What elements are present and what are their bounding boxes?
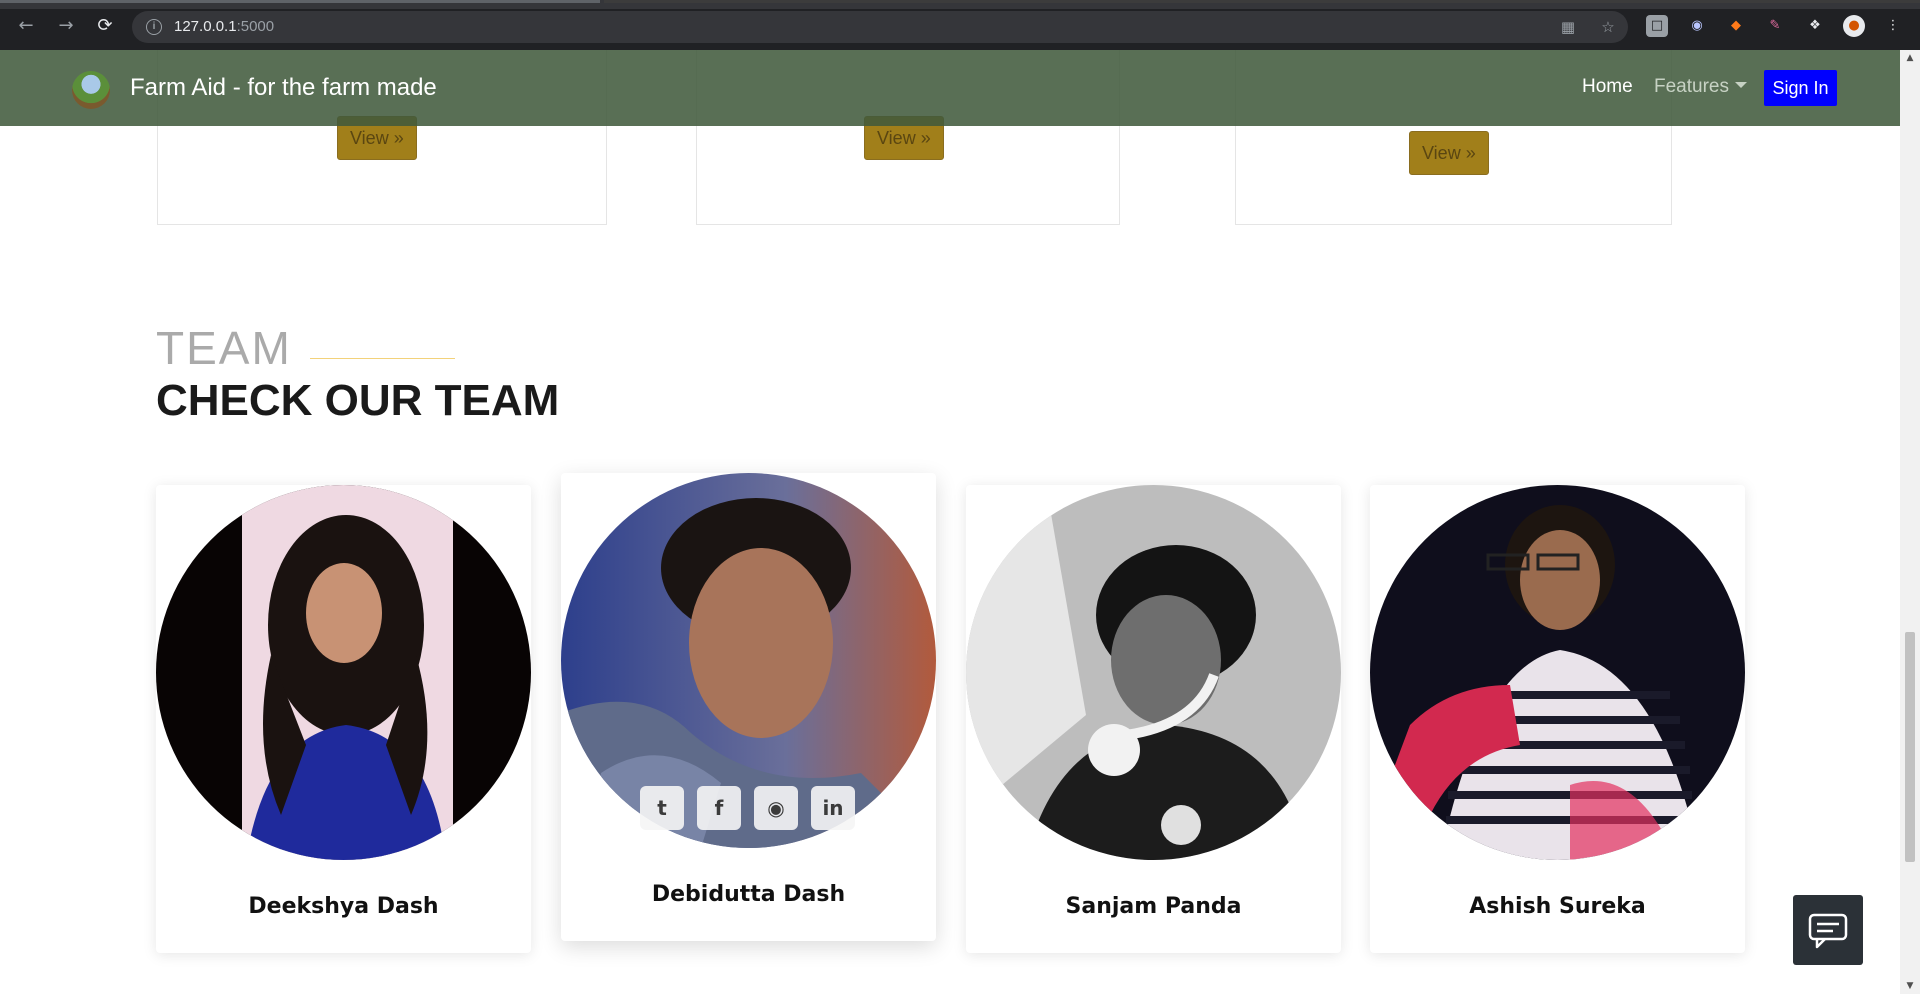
photo-ashish bbox=[1370, 485, 1745, 860]
scroll-down-icon[interactable]: ▼ bbox=[1900, 978, 1920, 994]
reload-icon[interactable]: ⟳ bbox=[93, 14, 117, 38]
info-icon[interactable]: i bbox=[146, 19, 162, 35]
member-photo bbox=[966, 485, 1341, 860]
team-member-card-hovered: Debidutta Dash bbox=[561, 473, 936, 941]
bookmark-star-icon[interactable]: ☆ bbox=[1598, 17, 1618, 37]
page-scrollbar[interactable]: ▲ ▼ bbox=[1900, 50, 1920, 994]
team-member-card: Deekshya Dash bbox=[156, 485, 531, 953]
scrollbar-thumb[interactable] bbox=[1905, 632, 1915, 862]
photo-sanjam bbox=[966, 485, 1341, 860]
address-bar[interactable]: i 127.0.0.1:5000 ▦ ☆ bbox=[132, 11, 1628, 43]
navbar: Farm Aid - for the farm made Home Featur… bbox=[0, 50, 1900, 126]
brand-title[interactable]: Farm Aid - for the farm made bbox=[130, 72, 437, 104]
page-viewport: View » View » View » Farm Aid - for the … bbox=[0, 50, 1900, 994]
url-text[interactable]: 127.0.0.1:5000 bbox=[174, 17, 274, 37]
browser-chrome: ← → ⟳ i 127.0.0.1:5000 ▦ ☆ □ ◉ ◆ ✎ ❖ ● ⋮ bbox=[0, 0, 1920, 50]
team-eyebrow: TEAM bbox=[156, 322, 292, 374]
member-photo bbox=[1370, 485, 1745, 860]
extension-icon-2[interactable]: ◉ bbox=[1686, 15, 1708, 37]
nav-features-dropdown[interactable]: Features bbox=[1654, 74, 1747, 100]
profile-avatar-icon[interactable]: ● bbox=[1843, 15, 1865, 37]
member-photo bbox=[561, 473, 936, 848]
instagram-icon[interactable]: ◉ bbox=[754, 786, 798, 830]
member-name: Sanjam Panda bbox=[1065, 894, 1242, 919]
tab-edge bbox=[0, 0, 600, 3]
team-title: CHECK OUR TEAM bbox=[156, 376, 560, 425]
twitter-icon[interactable]: t bbox=[640, 786, 684, 830]
chat-bubble-icon bbox=[1808, 913, 1848, 949]
sign-in-button[interactable]: Sign In bbox=[1764, 70, 1837, 106]
team-divider bbox=[310, 358, 455, 359]
url-host: 127.0.0.1 bbox=[174, 18, 237, 35]
nav-home-link[interactable]: Home bbox=[1582, 74, 1633, 100]
team-member-card: Sanjam Panda bbox=[966, 485, 1341, 953]
member-name: Deekshya Dash bbox=[248, 894, 439, 919]
member-photo bbox=[156, 485, 531, 860]
nav-features-label: Features bbox=[1654, 76, 1729, 97]
caret-down-icon bbox=[1734, 82, 1747, 88]
puzzle-icon[interactable]: ❖ bbox=[1804, 15, 1826, 37]
back-icon[interactable]: ← bbox=[14, 14, 38, 38]
scroll-up-icon[interactable]: ▲ bbox=[1900, 50, 1920, 66]
view-button-3[interactable]: View » bbox=[1409, 131, 1489, 175]
tab-edge-right bbox=[604, 0, 1920, 3]
farm-logo[interactable] bbox=[72, 71, 110, 109]
photo-deekshya bbox=[156, 485, 531, 860]
extension-icon-4[interactable]: ✎ bbox=[1764, 15, 1786, 37]
member-name: Ashish Sureka bbox=[1469, 894, 1646, 919]
facebook-icon[interactable]: f bbox=[697, 786, 741, 830]
url-port: :5000 bbox=[236, 18, 275, 35]
forward-icon[interactable]: → bbox=[54, 14, 78, 38]
photo-debidutta bbox=[561, 473, 936, 848]
qr-code-icon[interactable]: ▦ bbox=[1558, 17, 1578, 37]
member-name: Debidutta Dash bbox=[651, 882, 846, 907]
extension-icon-1[interactable]: □ bbox=[1646, 15, 1668, 37]
team-member-card: Ashish Sureka bbox=[1370, 485, 1745, 953]
extension-icon-3[interactable]: ◆ bbox=[1725, 15, 1747, 37]
linkedin-icon[interactable]: in bbox=[811, 786, 855, 830]
chat-button[interactable] bbox=[1793, 895, 1863, 965]
kebab-menu-icon[interactable]: ⋮ bbox=[1882, 15, 1904, 37]
